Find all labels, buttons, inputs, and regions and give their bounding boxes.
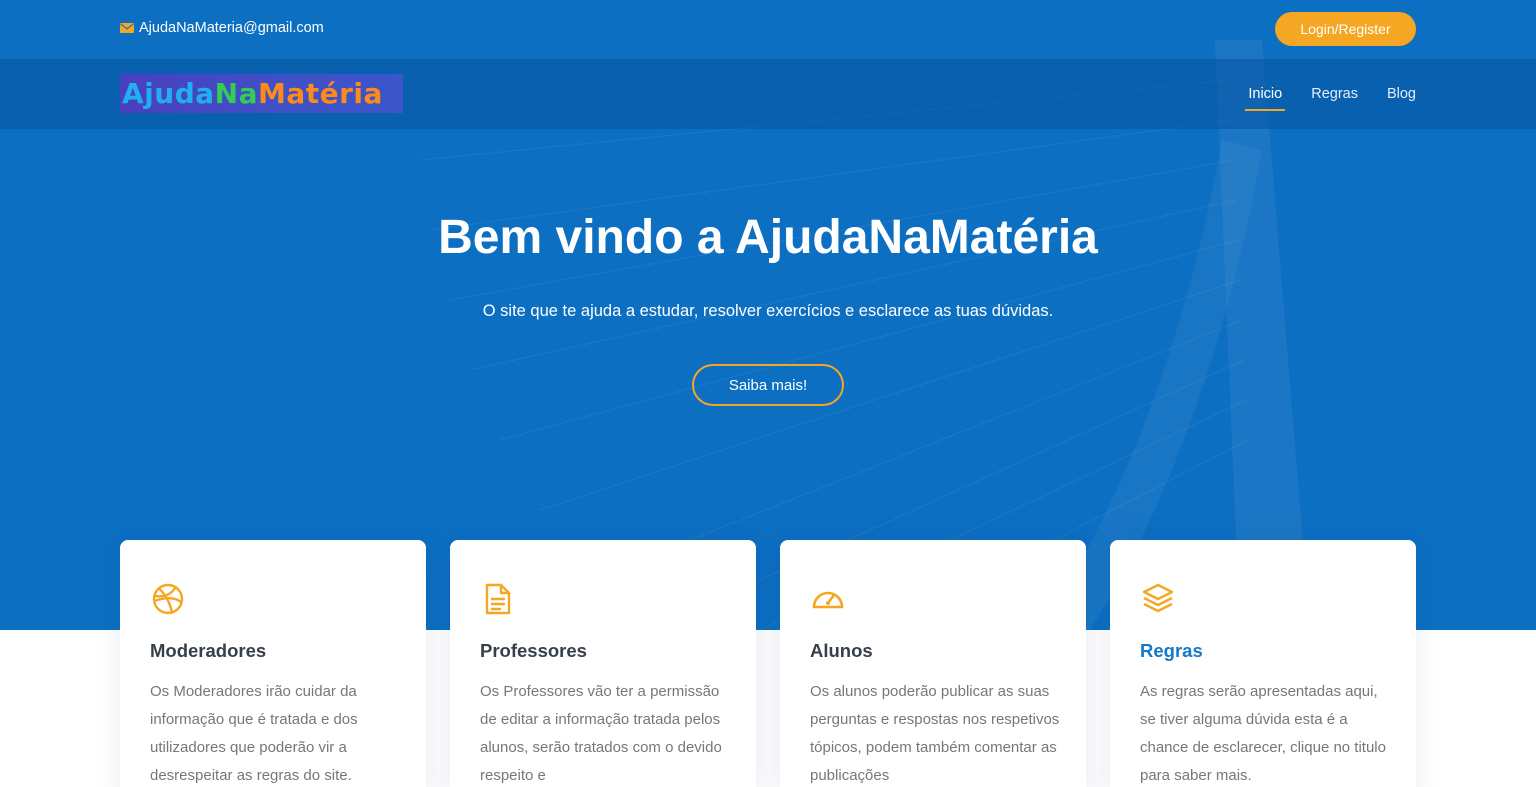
hero-section: AjudaNaMateria@gmail.com Login/Register …: [0, 0, 1536, 630]
logo-part-materia: Matéria: [257, 77, 383, 110]
document-icon: [485, 583, 511, 615]
card-text-regras: As regras serão apresentadas aqui, se ti…: [1140, 683, 1386, 784]
site-logo[interactable]: Ajuda Na Matéria: [120, 74, 403, 113]
card-moderadores: Moderadores Os Moderadores irão cuidar d…: [120, 540, 426, 787]
card-text-moderadores: Os Moderadores irão cuidar da informação…: [150, 683, 358, 784]
card-text-alunos: Os alunos poderão publicar as suas pergu…: [810, 683, 1060, 784]
card-professores: Professores Os Professores vão ter a per…: [450, 540, 756, 787]
card-title-alunos: Alunos: [810, 640, 873, 661]
card-regras: Regras As regras serão apresentadas aqui…: [1110, 540, 1416, 787]
saiba-mais-button[interactable]: Saiba mais!: [692, 364, 844, 406]
top-bar: AjudaNaMateria@gmail.com Login/Register: [0, 0, 1536, 59]
dribbble-icon: [152, 583, 184, 615]
card-alunos: Alunos Os alunos poderão publicar as sua…: [780, 540, 1086, 787]
hero-title: Bem vindo a AjudaNaMatéria: [438, 211, 1098, 264]
contact-email[interactable]: AjudaNaMateria@gmail.com: [120, 20, 324, 36]
card-title-professores: Professores: [480, 640, 587, 661]
logo-part-na: Na: [214, 77, 258, 110]
feature-cards: Moderadores Os Moderadores irão cuidar d…: [120, 540, 1416, 787]
logo-part-ajuda: Ajuda: [122, 77, 215, 110]
speedometer-icon: [812, 591, 844, 609]
contact-email-text: AjudaNaMateria@gmail.com: [139, 20, 324, 36]
card-title-regras-link[interactable]: Regras: [1140, 640, 1203, 662]
nav-menu: Inicio Regras Blog: [1245, 59, 1416, 129]
card-text-professores: Os Professores vão ter a permissão de ed…: [480, 683, 722, 784]
hero-subtitle: O site que te ajuda a estudar, resolver …: [482, 302, 1054, 320]
nav-link-inicio[interactable]: Inicio: [1245, 59, 1286, 129]
nav-link-blog[interactable]: Blog: [1387, 59, 1416, 129]
layers-icon: [1142, 583, 1174, 613]
card-title-moderadores: Moderadores: [150, 640, 267, 661]
login-register-button[interactable]: Login/Register: [1275, 12, 1416, 46]
nav-link-regras[interactable]: Regras: [1311, 59, 1358, 129]
envelope-icon: [120, 23, 134, 33]
main-navbar: Ajuda Na Matéria Inicio Regras Blog: [0, 59, 1536, 129]
